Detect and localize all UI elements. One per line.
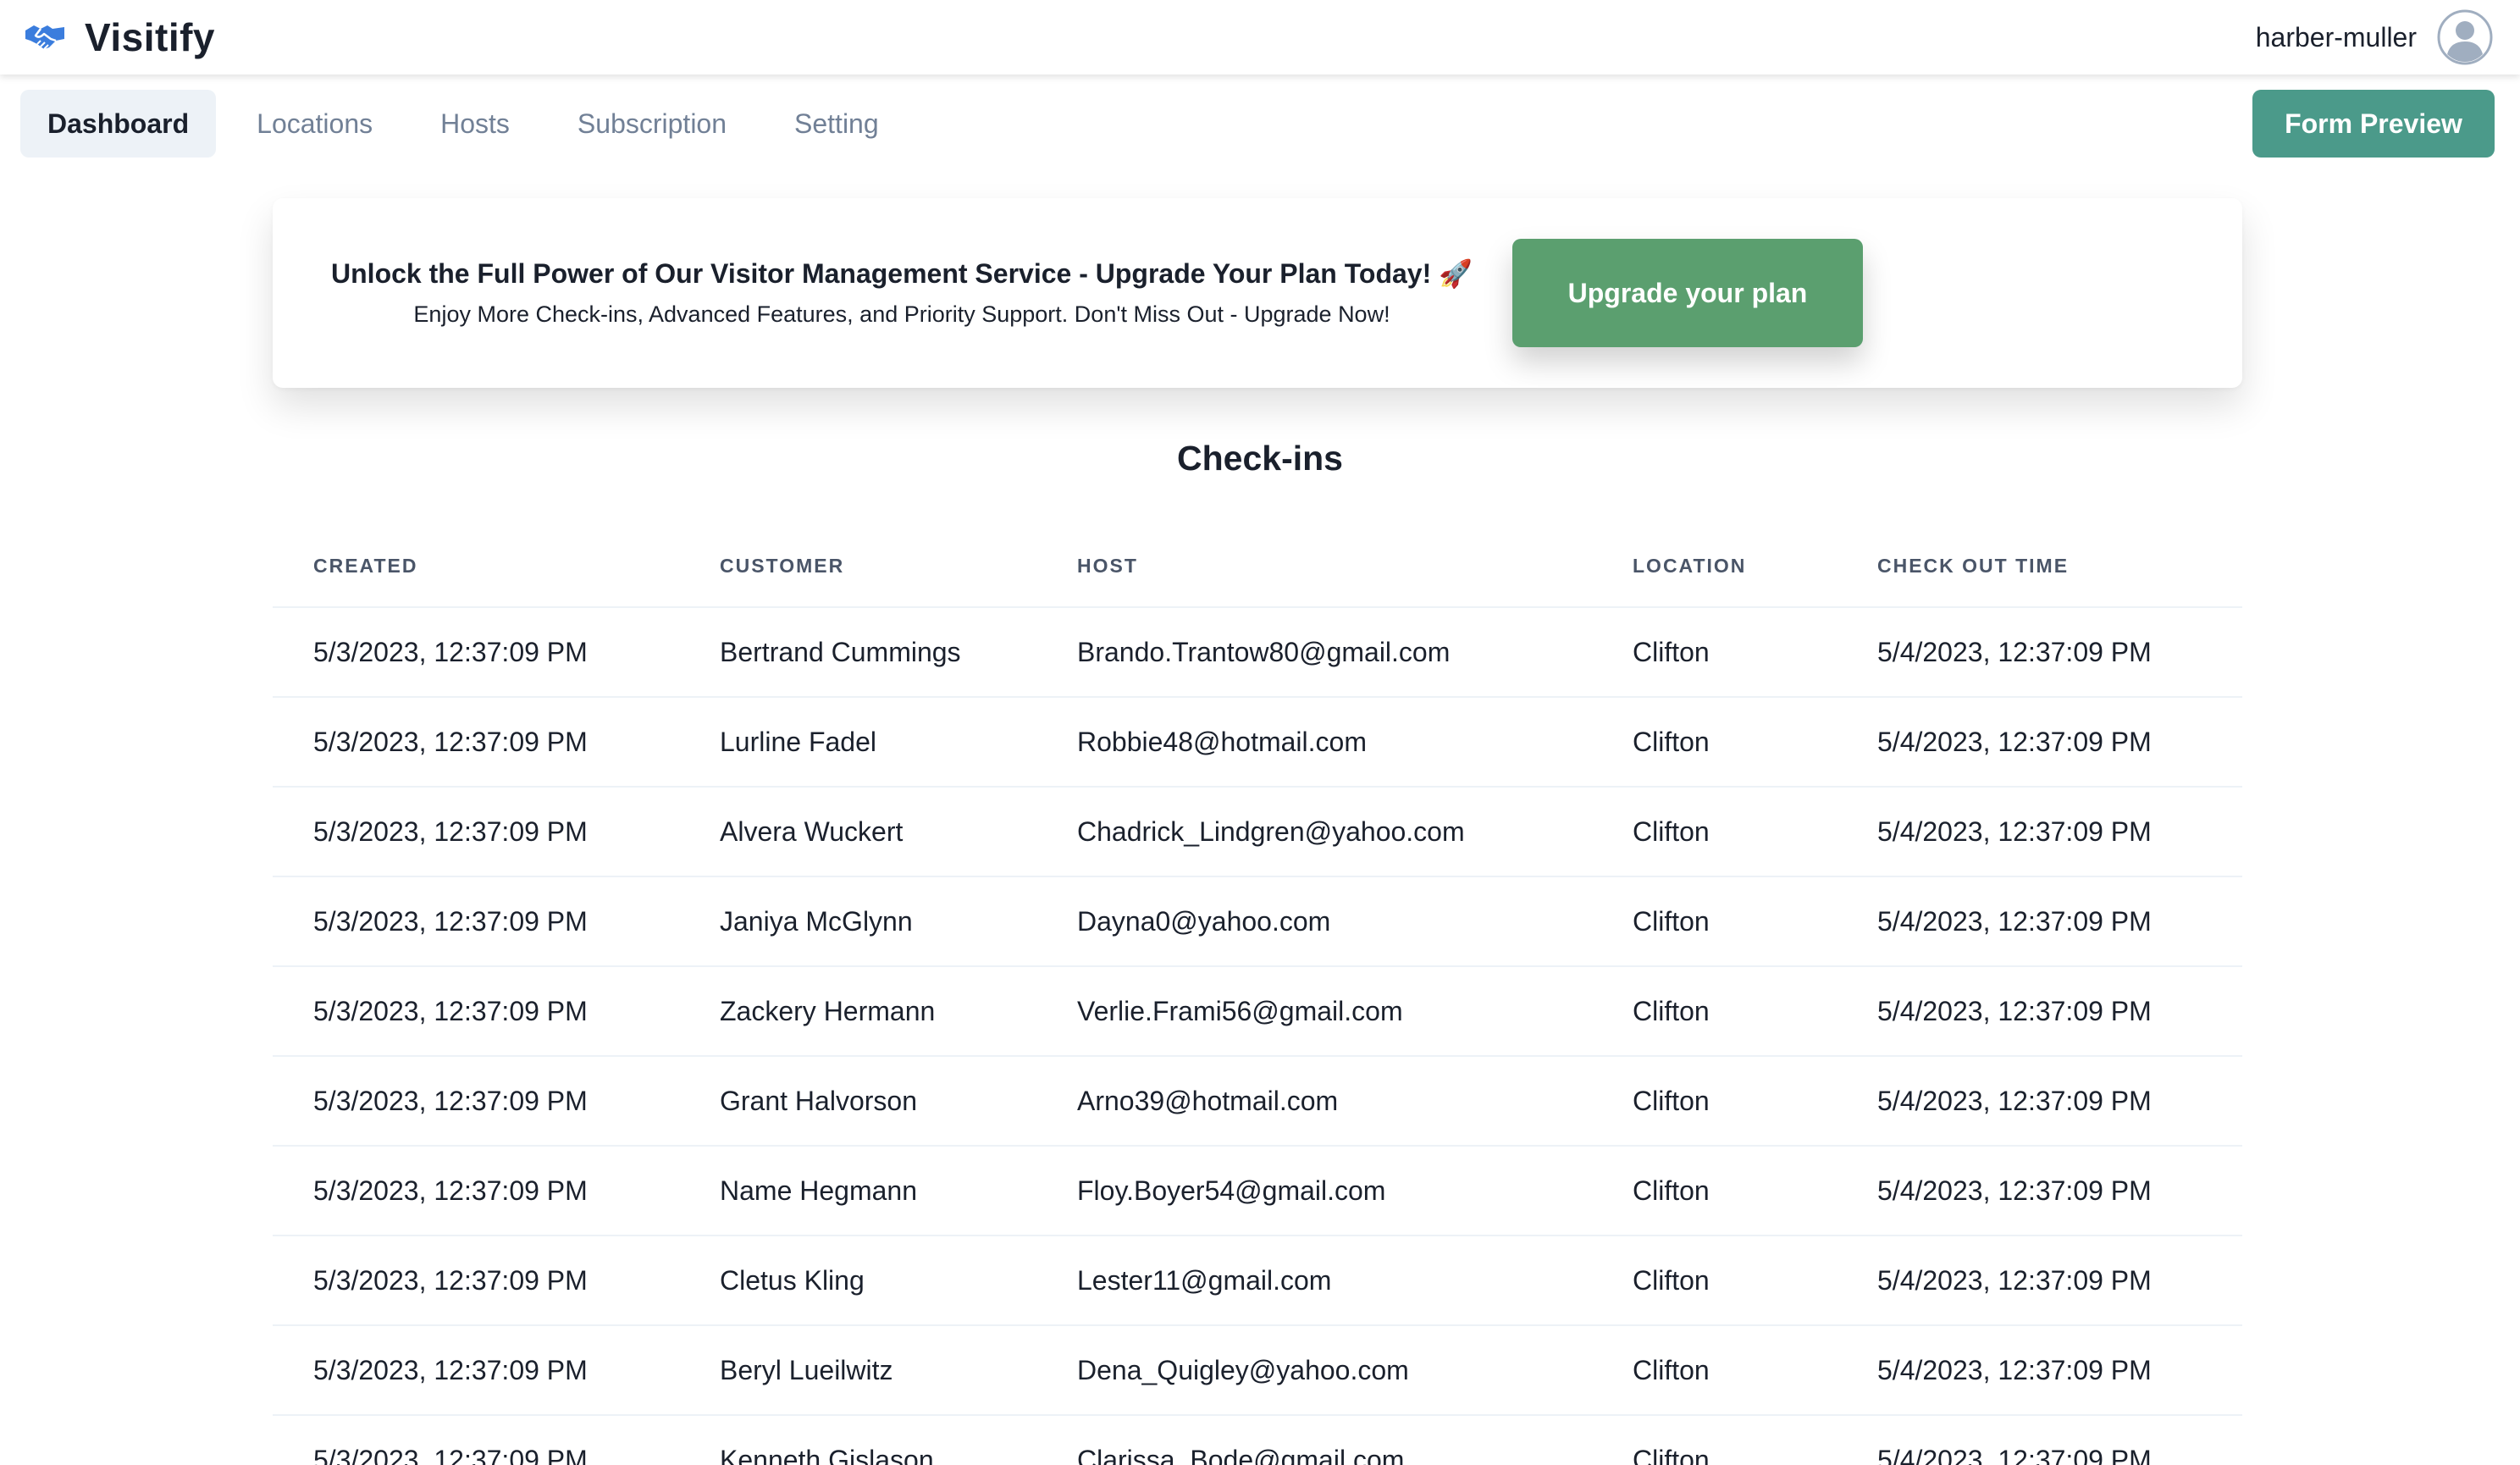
cell-created: 5/3/2023, 12:37:09 PM — [273, 966, 679, 1057]
column-header-created: Created — [273, 525, 679, 608]
main-nav: Dashboard Locations Hosts Subscription Setti… — [20, 90, 920, 158]
checkins-table-container[interactable]: Created Customer Host Location Check out… — [273, 525, 2242, 1465]
cell-host: Brando.Trantow80@gmail.com — [1036, 607, 1592, 698]
form-preview-button[interactable]: Form Preview — [2252, 90, 2495, 158]
cell-location: Clifton — [1592, 697, 1837, 788]
cell-customer: Lurline Fadel — [679, 697, 1036, 788]
cell-checkout-time: 5/4/2023, 12:37:09 PM — [1837, 607, 2242, 698]
table-row[interactable]: 5/3/2023, 12:37:09 PM Zackery Hermann Verl… — [273, 966, 2242, 1057]
cell-location: Clifton — [1592, 876, 1837, 967]
cell-checkout-time: 5/4/2023, 12:37:09 PM — [1837, 966, 2242, 1057]
nav-tab-subscription[interactable]: Subscription — [550, 90, 754, 158]
cell-host: Chadrick_Lindgren@yahoo.com — [1036, 787, 1592, 877]
brand[interactable]: Visitify — [24, 0, 215, 75]
cell-host: Lester11@gmail.com — [1036, 1236, 1592, 1326]
banner-text: Unlock the Full Power of Our Visitor Man… — [313, 257, 1490, 328]
checkins-table-body: 5/3/2023, 12:37:09 PM Bertrand Cummings Br… — [273, 607, 2242, 1465]
cell-checkout-time: 5/4/2023, 12:37:09 PM — [1837, 1415, 2242, 1465]
cell-host: Dayna0@yahoo.com — [1036, 876, 1592, 967]
cell-checkout-time: 5/4/2023, 12:37:09 PM — [1837, 1236, 2242, 1326]
table-row[interactable]: 5/3/2023, 12:37:09 PM Kenneth Gislason Cla… — [273, 1415, 2242, 1465]
cell-location: Clifton — [1592, 1146, 1837, 1236]
cell-checkout-time: 5/4/2023, 12:37:09 PM — [1837, 1146, 2242, 1236]
username: harber-muller — [2255, 21, 2417, 53]
cell-customer: Bertrand Cummings — [679, 607, 1036, 698]
nav-tab-hosts[interactable]: Hosts — [413, 90, 537, 158]
nav-tab-locations[interactable]: Locations — [229, 90, 400, 158]
cell-location: Clifton — [1592, 1056, 1837, 1147]
upgrade-banner: Unlock the Full Power of Our Visitor Man… — [273, 198, 2242, 388]
top-header: Visitify harber-muller — [0, 0, 2520, 75]
banner-title: Unlock the Full Power of Our Visitor Man… — [331, 258, 1473, 289]
cell-created: 5/3/2023, 12:37:09 PM — [273, 1415, 679, 1465]
cell-checkout-time: 5/4/2023, 12:37:09 PM — [1837, 787, 2242, 877]
cell-created: 5/3/2023, 12:37:09 PM — [273, 876, 679, 967]
cell-location: Clifton — [1592, 787, 1837, 877]
cell-customer: Name Hegmann — [679, 1146, 1036, 1236]
checkins-title: Check-ins — [1177, 439, 1343, 478]
cell-created: 5/3/2023, 12:37:09 PM — [273, 1236, 679, 1326]
cell-created: 5/3/2023, 12:37:09 PM — [273, 697, 679, 788]
cell-customer: Kenneth Gislason — [679, 1415, 1036, 1465]
table-row[interactable]: 5/3/2023, 12:37:09 PM Name Hegmann Floy.Bo… — [273, 1146, 2242, 1236]
nav-tab-setting[interactable]: Setting — [767, 90, 906, 158]
cell-customer: Grant Halvorson — [679, 1056, 1036, 1147]
cell-host: Robbie48@hotmail.com — [1036, 697, 1592, 788]
table-row[interactable]: 5/3/2023, 12:37:09 PM Grant Halvorson Arno… — [273, 1056, 2242, 1147]
cell-location: Clifton — [1592, 607, 1837, 698]
table-row[interactable]: 5/3/2023, 12:37:09 PM Beryl Lueilwitz Dena… — [273, 1325, 2242, 1416]
nav-tab-dashboard[interactable]: Dashboard — [20, 90, 217, 158]
cell-host: Floy.Boyer54@gmail.com — [1036, 1146, 1592, 1236]
cell-checkout-time: 5/4/2023, 12:37:09 PM — [1837, 697, 2242, 788]
user-menu[interactable]: harber-muller — [2256, 0, 2493, 75]
cell-checkout-time: 5/4/2023, 12:37:09 PM — [1837, 876, 2242, 967]
cell-host: Clarissa_Bode@gmail.com — [1036, 1415, 1592, 1465]
column-header-checkout-time: Check out time — [1837, 525, 2242, 608]
cell-customer: Cletus Kling — [679, 1236, 1036, 1326]
cell-created: 5/3/2023, 12:37:09 PM — [273, 1146, 679, 1236]
cell-created: 5/3/2023, 12:37:09 PM — [273, 787, 679, 877]
column-header-customer: Customer — [679, 525, 1036, 608]
checkins-table: Created Customer Host Location Check out… — [273, 525, 2242, 1465]
cell-host: Verlie.Frami56@gmail.com — [1036, 966, 1592, 1057]
upgrade-plan-button[interactable]: Upgrade your plan — [1512, 239, 1863, 347]
cell-customer: Zackery Hermann — [679, 966, 1036, 1057]
cell-location: Clifton — [1592, 1415, 1837, 1465]
cell-checkout-time: 5/4/2023, 12:37:09 PM — [1837, 1056, 2242, 1147]
cell-customer: Janiya McGlynn — [679, 876, 1036, 967]
cell-host: Arno39@hotmail.com — [1036, 1056, 1592, 1147]
table-row[interactable]: 5/3/2023, 12:37:09 PM Bertrand Cummings Br… — [273, 607, 2242, 698]
table-row[interactable]: 5/3/2023, 12:37:09 PM Cletus Kling Lester1… — [273, 1236, 2242, 1326]
column-header-host: Host — [1036, 525, 1592, 608]
cell-customer: Beryl Lueilwitz — [679, 1325, 1036, 1416]
cell-location: Clifton — [1592, 1325, 1837, 1416]
table-row[interactable]: 5/3/2023, 12:37:09 PM Janiya McGlynn Dayna… — [273, 876, 2242, 967]
app-name: Visitify — [85, 15, 215, 59]
cell-created: 5/3/2023, 12:37:09 PM — [273, 607, 679, 698]
banner-subtitle: Enjoy More Check-ins, Advanced Features,… — [413, 301, 1390, 327]
cell-checkout-time: 5/4/2023, 12:37:09 PM — [1837, 1325, 2242, 1416]
cell-created: 5/3/2023, 12:37:09 PM — [273, 1325, 679, 1416]
cell-location: Clifton — [1592, 1236, 1837, 1326]
table-row[interactable]: 5/3/2023, 12:37:09 PM Lurline Fadel Robbie… — [273, 697, 2242, 788]
handshake-icon — [25, 25, 64, 50]
table-header-row: Created Customer Host Location Check out… — [273, 525, 2242, 608]
cell-location: Clifton — [1592, 966, 1837, 1057]
cell-created: 5/3/2023, 12:37:09 PM — [273, 1056, 679, 1147]
column-header-location: Location — [1592, 525, 1837, 608]
user-avatar-icon[interactable] — [2437, 9, 2493, 65]
table-row[interactable]: 5/3/2023, 12:37:09 PM Alvera Wuckert Chadr… — [273, 787, 2242, 877]
cell-host: Dena_Quigley@yahoo.com — [1036, 1325, 1592, 1416]
cell-customer: Alvera Wuckert — [679, 787, 1036, 877]
